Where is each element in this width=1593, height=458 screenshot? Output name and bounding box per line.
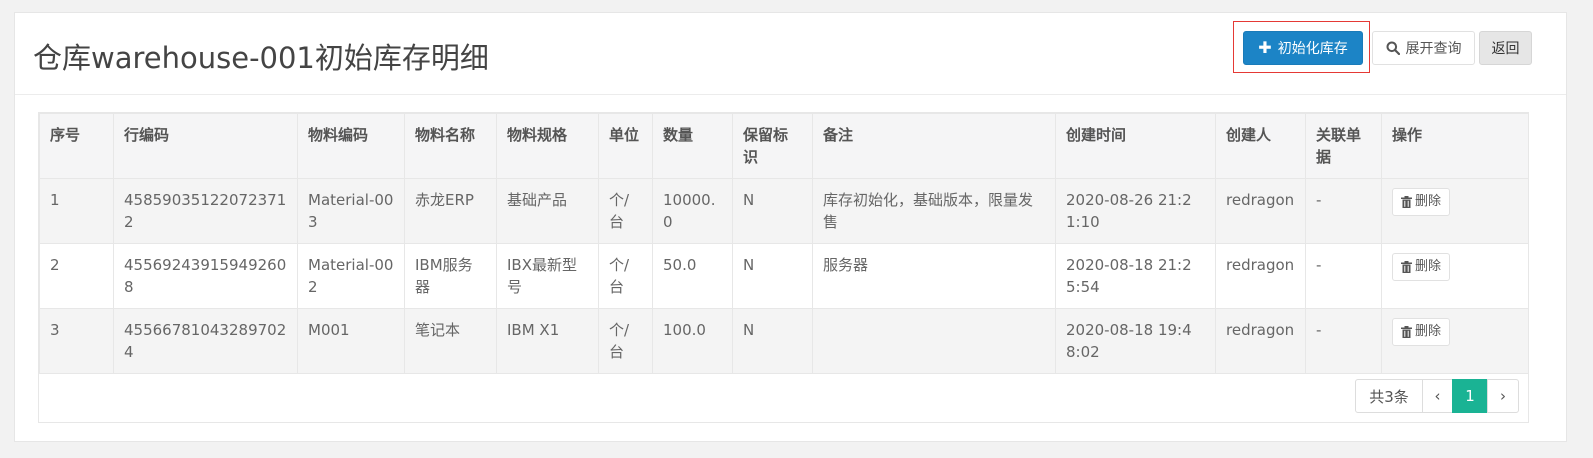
cell-line-code: 458590351220723712 bbox=[113, 178, 298, 244]
col-header[interactable]: 关联单据 bbox=[1305, 113, 1382, 179]
cell-material-spec: IBX最新型号 bbox=[496, 243, 599, 309]
cell-material-spec: IBM X1 bbox=[496, 308, 599, 374]
cell-quantity: 50.0 bbox=[652, 243, 733, 309]
delete-button[interactable]: 删除 bbox=[1392, 318, 1451, 346]
pagination-total: 共3条 bbox=[1355, 379, 1423, 413]
col-header[interactable]: 备注 bbox=[812, 113, 1056, 179]
cell-unit: 个/台 bbox=[598, 178, 653, 244]
trash-icon bbox=[1401, 261, 1412, 273]
table-row: 2 455692439159492608 Material-002 IBM服务器… bbox=[39, 243, 1529, 309]
table-row: 3 455667810432897024 M001 笔记本 IBM X1 个/台… bbox=[39, 308, 1529, 374]
cell-line-code: 455667810432897024 bbox=[113, 308, 298, 374]
delete-button[interactable]: 删除 bbox=[1392, 188, 1451, 216]
cell-unit: 个/台 bbox=[598, 243, 653, 309]
init-inventory-label: 初始化库存 bbox=[1277, 41, 1348, 57]
cell-material-name: 笔记本 bbox=[404, 308, 497, 374]
cell-created-time: 2020-08-26 21:21:10 bbox=[1055, 178, 1216, 244]
cell-index: 3 bbox=[39, 308, 114, 374]
inventory-table: 序号 行编码 物料编码 物料名称 物料规格 单位 数量 保留标识 备注 创建时间… bbox=[39, 113, 1529, 374]
delete-label: 删除 bbox=[1415, 194, 1442, 209]
cell-index: 2 bbox=[39, 243, 114, 309]
cell-material-name: IBM服务器 bbox=[404, 243, 497, 309]
cell-actions: 删除 bbox=[1381, 243, 1529, 309]
cell-related-doc: - bbox=[1305, 178, 1382, 244]
expand-query-button[interactable]: 展开查询 bbox=[1372, 31, 1475, 65]
cell-creator: redragon bbox=[1215, 178, 1306, 244]
cell-reserve-flag: N bbox=[732, 178, 813, 244]
delete-label: 删除 bbox=[1415, 324, 1442, 339]
col-header[interactable]: 物料规格 bbox=[496, 113, 599, 179]
page-title: 仓库warehouse-001初始库存明细 bbox=[33, 41, 489, 75]
cell-quantity: 10000.0 bbox=[652, 178, 733, 244]
trash-icon bbox=[1401, 326, 1412, 338]
cell-material-code: Material-003 bbox=[297, 178, 405, 244]
cell-unit: 个/台 bbox=[598, 308, 653, 374]
delete-button[interactable]: 删除 bbox=[1392, 253, 1451, 281]
table-header-row: 序号 行编码 物料编码 物料名称 物料规格 单位 数量 保留标识 备注 创建时间… bbox=[39, 113, 1529, 179]
cell-related-doc: - bbox=[1305, 308, 1382, 374]
cell-remark: 服务器 bbox=[812, 243, 1056, 309]
cell-quantity: 100.0 bbox=[652, 308, 733, 374]
cell-actions: 删除 bbox=[1381, 178, 1529, 244]
col-header[interactable]: 保留标识 bbox=[732, 113, 813, 179]
col-header[interactable]: 单位 bbox=[598, 113, 653, 179]
cell-remark bbox=[812, 308, 1056, 374]
pagination: 共3条 ‹ 1 › bbox=[1355, 379, 1519, 413]
cell-remark: 库存初始化，基础版本，限量发售 bbox=[812, 178, 1056, 244]
cell-actions: 删除 bbox=[1381, 308, 1529, 374]
col-header[interactable]: 物料编码 bbox=[297, 113, 405, 179]
cell-material-code: Material-002 bbox=[297, 243, 405, 309]
col-header[interactable]: 物料名称 bbox=[404, 113, 497, 179]
pagination-next-button[interactable]: › bbox=[1487, 379, 1519, 413]
cell-created-time: 2020-08-18 19:48:02 bbox=[1055, 308, 1216, 374]
cell-material-spec: 基础产品 bbox=[496, 178, 599, 244]
pagination-page-1[interactable]: 1 bbox=[1452, 379, 1488, 413]
back-button[interactable]: 返回 bbox=[1479, 31, 1532, 65]
cell-material-name: 赤龙ERP bbox=[404, 178, 497, 244]
main-panel: 仓库warehouse-001初始库存明细 ✚ 初始化库存 展开查询 返回 序号… bbox=[14, 12, 1567, 442]
col-header[interactable]: 序号 bbox=[39, 113, 114, 179]
col-header[interactable]: 创建人 bbox=[1215, 113, 1306, 179]
col-header[interactable]: 数量 bbox=[652, 113, 733, 179]
cell-reserve-flag: N bbox=[732, 308, 813, 374]
cell-related-doc: - bbox=[1305, 243, 1382, 309]
cell-line-code: 455692439159492608 bbox=[113, 243, 298, 309]
cell-reserve-flag: N bbox=[732, 243, 813, 309]
cell-creator: redragon bbox=[1215, 243, 1306, 309]
search-icon bbox=[1386, 41, 1400, 55]
expand-query-label: 展开查询 bbox=[1405, 41, 1462, 57]
trash-icon bbox=[1401, 196, 1412, 208]
init-inventory-button[interactable]: ✚ 初始化库存 bbox=[1243, 31, 1363, 65]
inventory-table-container: 序号 行编码 物料编码 物料名称 物料规格 单位 数量 保留标识 备注 创建时间… bbox=[38, 112, 1529, 423]
col-header: 操作 bbox=[1381, 113, 1529, 179]
cell-material-code: M001 bbox=[297, 308, 405, 374]
pagination-prev-button[interactable]: ‹ bbox=[1422, 379, 1453, 413]
delete-label: 删除 bbox=[1415, 259, 1442, 274]
cell-created-time: 2020-08-18 21:25:54 bbox=[1055, 243, 1216, 309]
col-header[interactable]: 行编码 bbox=[113, 113, 298, 179]
col-header[interactable]: 创建时间 bbox=[1055, 113, 1216, 179]
cell-creator: redragon bbox=[1215, 308, 1306, 374]
table-row: 1 458590351220723712 Material-003 赤龙ERP … bbox=[39, 178, 1529, 244]
cell-index: 1 bbox=[39, 178, 114, 244]
plus-icon: ✚ bbox=[1258, 38, 1272, 57]
